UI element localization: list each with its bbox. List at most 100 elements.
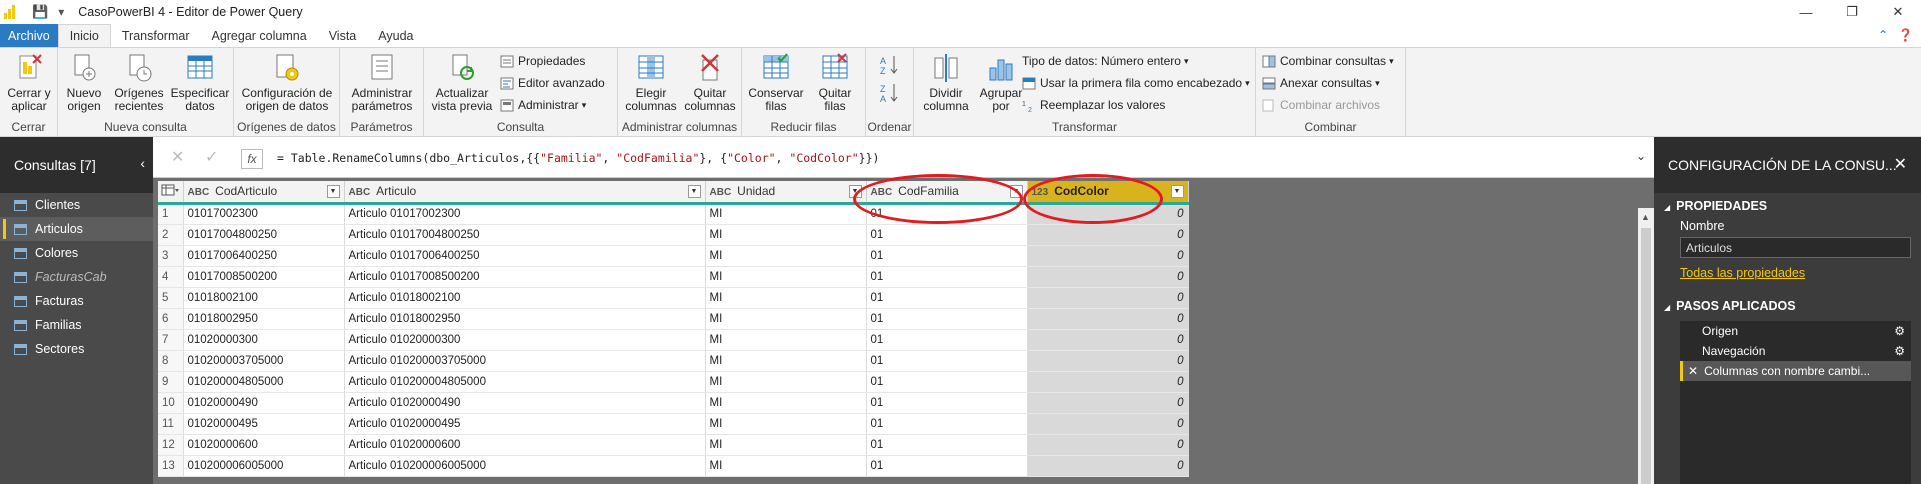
table-cell[interactable]: Articulo 010200004805000 (344, 371, 706, 393)
confirm-formula-icon[interactable]: ✓ (205, 147, 218, 167)
agrupar-por-button[interactable]: Agrupar por (976, 52, 1026, 113)
column-type-icon[interactable]: ABC (349, 187, 371, 198)
conservar-filas-button[interactable]: Conservar filas (748, 52, 804, 113)
delete-step-icon[interactable]: ✕ (1688, 364, 1698, 378)
table-cell[interactable]: Articulo 01020000600 (344, 434, 706, 456)
maximize-button[interactable]: ❐ (1829, 0, 1875, 24)
table-cell[interactable]: 01018002950 (183, 308, 345, 330)
table-cell[interactable]: 01017002300 (183, 203, 345, 225)
table-cell[interactable]: 01017006400250 (183, 245, 345, 267)
dividir-columna-button[interactable]: Dividir columna (920, 52, 972, 113)
close-button[interactable]: ✕ (1875, 0, 1921, 24)
table-cell[interactable]: 0 (1027, 392, 1189, 414)
propiedades-button[interactable]: Propiedades (500, 54, 585, 68)
collapse-panel-icon[interactable]: ‹ (140, 155, 145, 171)
query-item[interactable]: Sectores (0, 337, 153, 361)
origenes-recientes-button[interactable]: Orígenes recientes (112, 52, 166, 113)
applied-step[interactable]: Navegación ⚙ (1680, 341, 1911, 361)
table-cell[interactable]: 01 (866, 434, 1028, 456)
table-cell[interactable]: 010200006005000 (183, 455, 345, 477)
table-cell[interactable]: 01 (866, 266, 1028, 288)
table-cell[interactable]: Articulo 01017004800250 (344, 224, 706, 246)
table-cell[interactable]: MI (705, 287, 867, 309)
cancel-formula-icon[interactable]: ✕ (171, 147, 184, 167)
table-menu-icon[interactable] (158, 181, 184, 205)
table-cell[interactable]: 01020000600 (183, 434, 345, 456)
all-properties-link[interactable]: Todas las propiedades (1680, 266, 1805, 280)
vertical-scrollbar[interactable]: ▲ (1638, 208, 1654, 484)
table-cell[interactable]: 01 (866, 308, 1028, 330)
tab-transformar[interactable]: Transformar (111, 24, 201, 47)
sort-descending-button[interactable]: ZA (880, 82, 900, 104)
table-cell[interactable]: 0 (1027, 350, 1189, 372)
column-filter-dropdown-icon[interactable]: ▼ (687, 185, 701, 198)
close-panel-icon[interactable]: ✕ (1894, 154, 1907, 174)
quitar-filas-button[interactable]: Quitar filas (810, 52, 860, 113)
quitar-columnas-button[interactable]: Quitar columnas (682, 52, 738, 113)
table-cell[interactable]: Articulo 01018002100 (344, 287, 706, 309)
table-cell[interactable]: Articulo 01018002950 (344, 308, 706, 330)
table-cell[interactable]: 01020000495 (183, 413, 345, 435)
query-item[interactable]: Articulos (0, 217, 153, 241)
table-cell[interactable]: MI (705, 392, 867, 414)
applied-step[interactable]: Origen ⚙ (1680, 321, 1911, 341)
table-cell[interactable]: 01 (866, 413, 1028, 435)
minimize-button[interactable]: — (1783, 0, 1829, 24)
table-cell[interactable]: Articulo 01020000495 (344, 413, 706, 435)
fx-icon[interactable]: fx (241, 149, 263, 169)
configuracion-origen-button[interactable]: Configuración de origen de datos (238, 52, 336, 113)
applied-step[interactable]: ✕ Columnas con nombre cambi... (1680, 361, 1911, 381)
table-cell[interactable]: MI (705, 434, 867, 456)
table-cell[interactable]: MI (705, 371, 867, 393)
table-cell[interactable]: 01 (866, 245, 1028, 267)
table-cell[interactable]: Articulo 01017008500200 (344, 266, 706, 288)
table-cell[interactable]: Articulo 010200006005000 (344, 455, 706, 477)
elegir-columnas-button[interactable]: Elegir columnas (624, 52, 678, 113)
especificar-datos-button[interactable]: Especificar datos (171, 52, 229, 113)
table-cell[interactable]: 0 (1027, 224, 1189, 246)
tab-archivo[interactable]: Archivo (0, 24, 58, 47)
column-header[interactable]: ABC CodArticulo ▼ (183, 181, 345, 205)
query-name-input[interactable]: Articulos (1680, 237, 1911, 258)
table-cell[interactable]: 010200004805000 (183, 371, 345, 393)
table-cell[interactable]: Articulo 01017006400250 (344, 245, 706, 267)
usar-primera-fila-button[interactable]: Usar la primera fila como encabezado ▾ (1022, 76, 1250, 90)
sort-ascending-button[interactable]: AZ (880, 54, 900, 76)
tab-inicio[interactable]: Inicio (57, 24, 111, 47)
column-type-icon[interactable]: ABC (710, 187, 732, 198)
step-settings-gear-icon[interactable]: ⚙ (1894, 344, 1905, 358)
query-item[interactable]: Clientes (0, 193, 153, 217)
administrar-parametros-button[interactable]: Administrar parámetros (346, 52, 418, 113)
table-cell[interactable]: Articulo 01020000490 (344, 392, 706, 414)
column-filter-dropdown-icon[interactable]: ▼ (1170, 185, 1184, 198)
table-cell[interactable]: 0 (1027, 287, 1189, 309)
table-cell[interactable]: 01020000300 (183, 329, 345, 351)
table-cell[interactable]: 01020000490 (183, 392, 345, 414)
reemplazar-valores-button[interactable]: 12 Reemplazar los valores (1022, 98, 1165, 112)
step-settings-gear-icon[interactable]: ⚙ (1894, 324, 1905, 338)
table-cell[interactable]: Articulo 01020000300 (344, 329, 706, 351)
table-cell[interactable]: 0 (1027, 308, 1189, 330)
administrar-button[interactable]: Administrar ▾ (500, 98, 586, 112)
query-item[interactable]: FacturasCab (0, 265, 153, 289)
combinar-consultas-button[interactable]: Combinar consultas ▾ (1262, 54, 1394, 68)
scroll-up-icon[interactable]: ▲ (1641, 212, 1650, 222)
collapse-ribbon-icon[interactable]: ⌃ (1878, 28, 1888, 42)
table-cell[interactable]: 0 (1027, 329, 1189, 351)
tab-agregar-columna[interactable]: Agregar columna (200, 24, 317, 47)
formula-input[interactable]: = Table.RenameColumns(dbo_Articulos,{{"F… (277, 151, 879, 165)
quick-access-dropdown-icon[interactable]: ▾ (58, 5, 64, 19)
table-cell[interactable]: 01 (866, 371, 1028, 393)
table-cell[interactable]: MI (705, 203, 867, 225)
table-cell[interactable]: MI (705, 455, 867, 477)
table-cell[interactable]: Articulo 010200003705000 (344, 350, 706, 372)
table-cell[interactable]: 01 (866, 350, 1028, 372)
table-cell[interactable]: 01 (866, 329, 1028, 351)
query-item[interactable]: Familias (0, 313, 153, 337)
table-cell[interactable]: 0 (1027, 245, 1189, 267)
table-cell[interactable]: 01 (866, 224, 1028, 246)
column-filter-dropdown-icon[interactable]: ▼ (326, 185, 340, 198)
anexar-consultas-button[interactable]: Anexar consultas ▾ (1262, 76, 1380, 90)
table-cell[interactable]: MI (705, 224, 867, 246)
editor-avanzado-button[interactable]: Editor avanzado (500, 76, 605, 90)
